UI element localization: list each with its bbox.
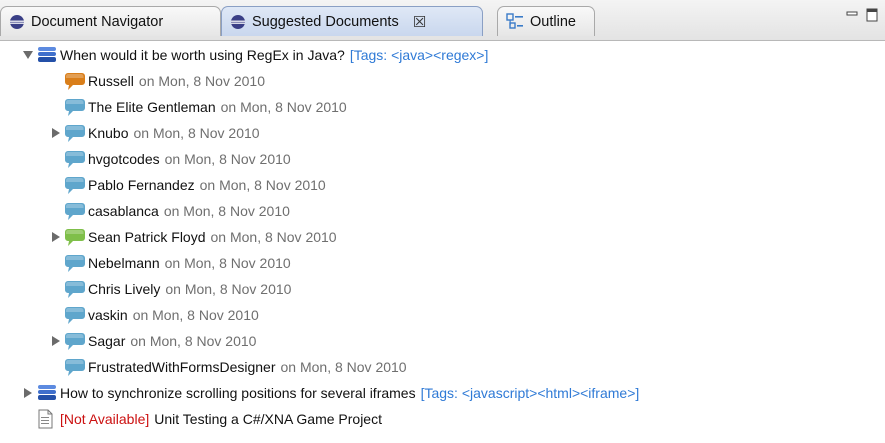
answer-row[interactable]: Nebelmann on Mon, 8 Nov 2010 [50, 250, 291, 276]
answer-row[interactable]: vaskin on Mon, 8 Nov 2010 [50, 302, 259, 328]
tab-suggested-documents[interactable]: Suggested Documents ☒ [221, 6, 483, 36]
answer-author: Russell [88, 73, 134, 89]
answer-date: on Mon, 8 Nov 2010 [220, 99, 347, 115]
document-title: When would it be worth using RegEx in Ja… [60, 47, 345, 63]
comment-bubble-icon [64, 71, 86, 91]
answer-author: FrustratedWithFormsDesigner [88, 359, 276, 375]
comment-bubble-icon [64, 227, 86, 247]
answer-date: on Mon, 8 Nov 2010 [133, 125, 260, 141]
comment-bubble-icon [64, 357, 86, 377]
tab-label: Suggested Documents [252, 13, 399, 30]
unavailable-document-row[interactable]: [Not Available] Unit Testing a C#/XNA Gam… [22, 406, 382, 432]
tab-label: Outline [530, 13, 576, 30]
collapsed-arrow-icon[interactable] [50, 334, 62, 348]
answer-author: The Elite Gentleman [88, 99, 216, 115]
collapsed-arrow-icon[interactable] [50, 230, 62, 244]
unavailable-page-icon [36, 409, 58, 429]
answer-author: hvgotcodes [88, 151, 160, 167]
document-tags: [Tags: <javascript><html><iframe>] [420, 385, 640, 401]
tab-document-navigator[interactable]: Document Navigator [0, 6, 221, 36]
minimize-icon[interactable] [846, 8, 860, 18]
view-tab-bar: Document Navigator Suggested Documents ☒… [0, 0, 885, 41]
document-title: How to synchronize scrolling positions f… [60, 385, 416, 401]
comment-bubble-icon [64, 201, 86, 221]
document-row[interactable]: When would it be worth using RegEx in Ja… [22, 42, 488, 68]
answer-row[interactable]: Pablo Fernandez on Mon, 8 Nov 2010 [50, 172, 326, 198]
answer-date: on Mon, 8 Nov 2010 [164, 151, 291, 167]
answer-author: Nebelmann [88, 255, 160, 271]
tab-label: Document Navigator [31, 13, 164, 30]
answer-author: Knubo [88, 125, 129, 141]
tab-outline[interactable]: Outline [497, 6, 595, 36]
answer-row[interactable]: FrustratedWithFormsDesigner on Mon, 8 Nov… [50, 354, 407, 380]
answer-row[interactable]: Sagar on Mon, 8 Nov 2010 [50, 328, 256, 354]
comment-bubble-icon [64, 97, 86, 117]
not-available-label: [Not Available] [60, 411, 150, 427]
answer-row[interactable]: Sean Patrick Floyd on Mon, 8 Nov 2010 [50, 224, 337, 250]
comment-bubble-icon [64, 305, 86, 325]
comment-bubble-icon [64, 175, 86, 195]
comment-bubble-icon [64, 123, 86, 143]
answer-row[interactable]: Russell on Mon, 8 Nov 2010 [50, 68, 265, 94]
collapsed-arrow-icon[interactable] [22, 386, 34, 400]
answer-date: on Mon, 8 Nov 2010 [130, 333, 257, 349]
answer-row[interactable]: Knubo on Mon, 8 Nov 2010 [50, 120, 260, 146]
answer-date: on Mon, 8 Nov 2010 [138, 73, 265, 89]
answer-author: vaskin [88, 307, 128, 323]
comment-bubble-icon [64, 331, 86, 351]
answer-row[interactable]: hvgotcodes on Mon, 8 Nov 2010 [50, 146, 291, 172]
document-row[interactable]: How to synchronize scrolling positions f… [22, 380, 639, 406]
comment-bubble-icon [64, 149, 86, 169]
answer-date: on Mon, 8 Nov 2010 [163, 203, 290, 219]
comment-bubble-icon [64, 253, 86, 273]
eclipse-icon [230, 14, 246, 30]
document-tags: [Tags: <java><regex>] [349, 47, 489, 63]
comment-bubble-icon [64, 279, 86, 299]
view-controls [846, 8, 878, 22]
answer-row[interactable]: Chris Lively on Mon, 8 Nov 2010 [50, 276, 291, 302]
expanded-arrow-icon[interactable] [22, 48, 34, 62]
answer-date: on Mon, 8 Nov 2010 [199, 177, 326, 193]
answer-row[interactable]: The Elite Gentleman on Mon, 8 Nov 2010 [50, 94, 347, 120]
close-icon[interactable]: ☒ [413, 13, 426, 31]
document-title: Unit Testing a C#/XNA Game Project [154, 411, 382, 427]
maximize-icon[interactable] [866, 8, 878, 22]
answer-author: casablanca [88, 203, 159, 219]
outline-icon [506, 12, 524, 31]
answer-author: Chris Lively [88, 281, 161, 297]
answer-author: Pablo Fernandez [88, 177, 195, 193]
eclipse-icon [9, 14, 25, 30]
document-stack-icon [36, 383, 58, 403]
answer-author: Sean Patrick Floyd [88, 229, 206, 245]
answer-date: on Mon, 8 Nov 2010 [164, 255, 291, 271]
answer-date: on Mon, 8 Nov 2010 [280, 359, 407, 375]
answer-row[interactable]: casablanca on Mon, 8 Nov 2010 [50, 198, 290, 224]
collapsed-arrow-icon[interactable] [50, 126, 62, 140]
answer-date: on Mon, 8 Nov 2010 [132, 307, 259, 323]
document-stack-icon [36, 45, 58, 65]
answer-date: on Mon, 8 Nov 2010 [210, 229, 337, 245]
answer-date: on Mon, 8 Nov 2010 [165, 281, 292, 297]
answer-author: Sagar [88, 333, 126, 349]
